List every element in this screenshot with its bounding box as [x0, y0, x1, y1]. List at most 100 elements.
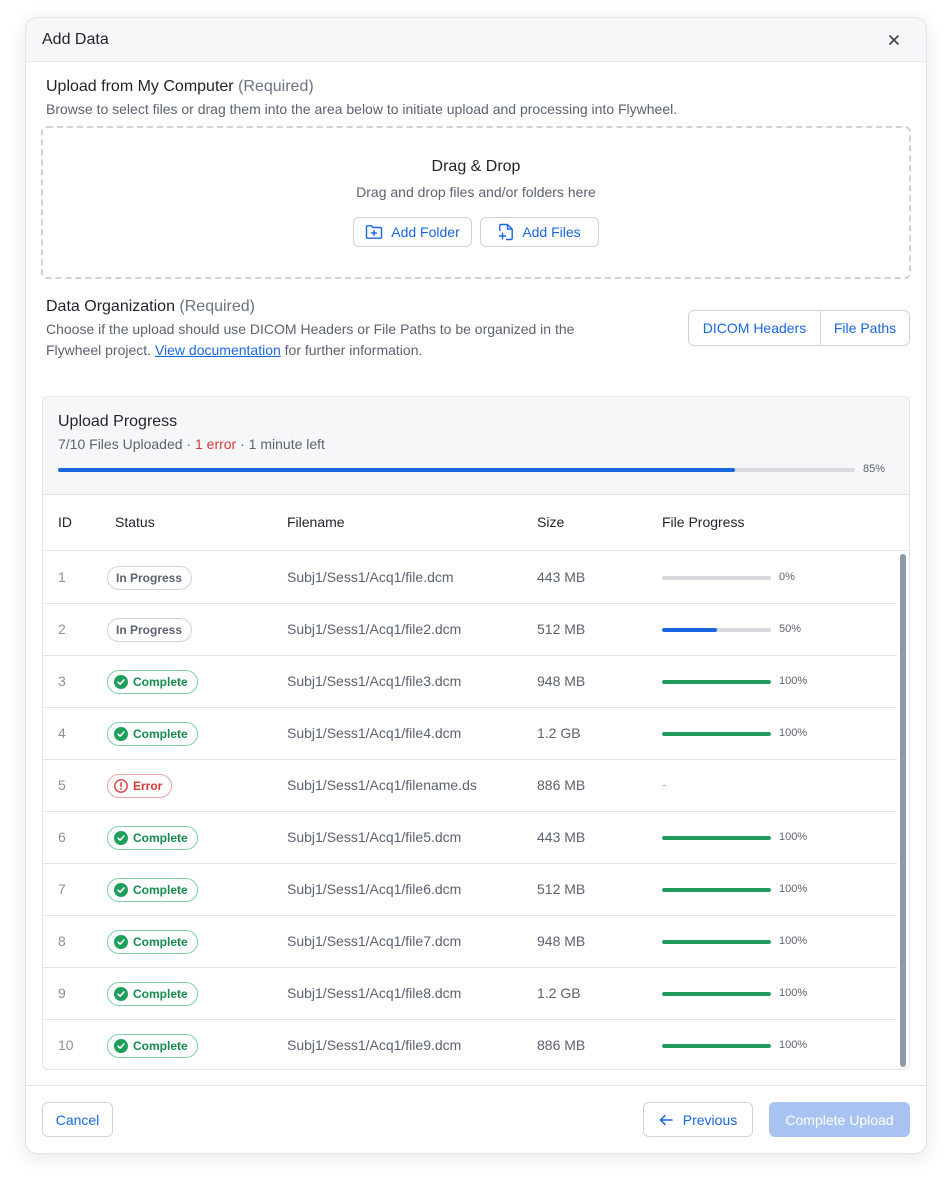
column-header-filename[interactable]: Filename [287, 514, 345, 530]
row-id: 6 [58, 829, 66, 845]
cancel-button[interactable]: Cancel [42, 1102, 113, 1137]
add-folder-button[interactable]: Add Folder [353, 217, 472, 247]
table-row[interactable]: 1 In Progress Subj1/Sess1/Acq1/file.dcm 443… [43, 552, 897, 604]
row-filename: Subj1/Sess1/Acq1/file8.dcm [287, 985, 462, 1001]
table-row[interactable]: 4 Complete Subj1/Sess1/Acq1/file4.dcm 1.2 G… [43, 708, 897, 760]
status-label: Complete [133, 1039, 188, 1053]
file-progress: 100% [662, 864, 842, 916]
file-progress-percent: 100% [779, 727, 808, 739]
row-filename: Subj1/Sess1/Acq1/file5.dcm [287, 829, 462, 845]
status-label: Complete [133, 727, 188, 741]
table-row[interactable]: 10 Complete Subj1/Sess1/Acq1/file9.dcm 886 … [43, 1020, 897, 1069]
previous-button[interactable]: Previous [643, 1102, 753, 1137]
row-size: 948 MB [537, 673, 586, 689]
row-id: 1 [58, 569, 66, 585]
upload-required-label: (Required) [238, 78, 314, 95]
table-row[interactable]: 6 Complete Subj1/Sess1/Acq1/file5.dcm 443 M… [43, 812, 897, 864]
file-progress: 100% [662, 1020, 842, 1069]
status-label: Complete [133, 883, 188, 897]
column-header-id[interactable]: ID [58, 514, 72, 530]
summary-separator: · [186, 436, 192, 452]
status-label: Error [133, 779, 163, 793]
summary-separator: · [240, 436, 245, 452]
row-size: 443 MB [537, 569, 586, 585]
file-progress: 100% [662, 708, 842, 760]
row-size: 1.2 GB [537, 985, 581, 1001]
file-progress-bar [662, 836, 771, 840]
file-progress-percent: 0% [779, 571, 795, 583]
file-progress: 0% [662, 552, 842, 604]
row-filename: Subj1/Sess1/Acq1/file6.dcm [287, 881, 462, 897]
upload-section-title: Upload from My Computer (Required) [46, 78, 314, 96]
table-row[interactable]: 8 Complete Subj1/Sess1/Acq1/file7.dcm 948 M… [43, 916, 897, 968]
check-circle-icon [114, 883, 128, 897]
check-circle-icon [114, 987, 128, 1001]
add-files-button[interactable]: Add Files [480, 217, 599, 247]
row-size: 512 MB [537, 621, 586, 637]
status-badge: Error [107, 774, 173, 798]
dropzone-subtitle: Drag and drop files and/or folders here [356, 184, 596, 200]
column-header-file-progress[interactable]: File Progress [662, 514, 744, 530]
dicom-headers-option[interactable]: DICOM Headers [689, 311, 820, 345]
row-filename: Subj1/Sess1/Acq1/file4.dcm [287, 725, 462, 741]
upload-title-text: Upload from My Computer [46, 78, 234, 95]
file-progress: 100% [662, 968, 842, 1020]
organization-required-label: (Required) [179, 298, 256, 315]
file-progress-bar [662, 940, 771, 944]
row-size: 1.2 GB [537, 725, 581, 741]
complete-upload-button[interactable]: Complete Upload [769, 1102, 910, 1137]
organization-toggle-group: DICOM Headers File Paths [688, 310, 910, 346]
folder-plus-icon [365, 224, 383, 240]
file-progress-fill [662, 628, 717, 632]
file-paths-option[interactable]: File Paths [820, 311, 909, 345]
file-progress: 100% [662, 812, 842, 864]
file-progress-fill [662, 732, 771, 736]
file-progress-percent: 100% [779, 935, 808, 947]
row-id: 4 [58, 725, 66, 741]
status-badge: Complete [107, 670, 198, 694]
row-size: 886 MB [537, 777, 586, 793]
file-progress-fill [662, 888, 771, 892]
close-button[interactable] [884, 30, 904, 50]
row-filename: Subj1/Sess1/Acq1/file.dcm [287, 569, 454, 585]
row-size: 886 MB [537, 1037, 586, 1053]
table-body: 1 In Progress Subj1/Sess1/Acq1/file.dcm 443… [43, 552, 909, 1069]
add-folder-label: Add Folder [391, 224, 460, 240]
file-progress-bar [662, 888, 771, 892]
column-header-status[interactable]: Status [115, 514, 155, 530]
row-size: 512 MB [537, 881, 586, 897]
file-progress-fill [662, 1044, 771, 1048]
file-progress-bar [662, 1044, 771, 1048]
table-row[interactable]: 9 Complete Subj1/Sess1/Acq1/file8.dcm 1.2 G… [43, 968, 897, 1020]
organization-section-title: Data Organization (Required) [46, 298, 255, 316]
check-circle-icon [114, 727, 128, 741]
status-label: Complete [133, 675, 188, 689]
column-header-size[interactable]: Size [537, 514, 564, 530]
file-progress: 100% [662, 656, 842, 708]
row-id: 3 [58, 673, 66, 689]
row-id: 7 [58, 881, 66, 897]
error-count: 1 error [194, 436, 237, 452]
row-size: 443 MB [537, 829, 586, 845]
overall-progress-percent: 85% [863, 463, 886, 475]
table-row[interactable]: 2 In Progress Subj1/Sess1/Acq1/file2.dcm 51… [43, 604, 897, 656]
table-row[interactable]: 7 Complete Subj1/Sess1/Acq1/file6.dcm 512 M… [43, 864, 897, 916]
file-progress-fill [662, 680, 771, 684]
view-documentation-link[interactable]: View documentation [155, 342, 281, 358]
table-scrollbar[interactable] [900, 554, 906, 1067]
table-row[interactable]: 5 Error Subj1/Sess1/Acq1/filename.ds 886 MB… [43, 760, 897, 812]
file-plus-icon [498, 223, 514, 241]
upload-section-description: Browse to select files or drag them into… [46, 101, 678, 117]
scrollbar-thumb[interactable] [900, 554, 906, 1067]
status-badge: Complete [107, 982, 198, 1006]
drop-zone[interactable]: Drag & Drop Drag and drop files and/or f… [41, 126, 911, 279]
upload-progress-summary: 7/10 Files Uploaded · 1 error · 1 minute… [58, 436, 325, 452]
file-progress-fill [662, 992, 771, 996]
row-id: 8 [58, 933, 66, 949]
file-progress-bar [662, 628, 771, 632]
table-row[interactable]: 3 Complete Subj1/Sess1/Acq1/file3.dcm 948 M… [43, 656, 897, 708]
check-circle-icon [114, 1039, 128, 1053]
add-data-modal: Add Data Upload from My Computer (Requir… [25, 17, 927, 1154]
organization-description-suffix: for further information. [284, 342, 423, 358]
alert-circle-icon [114, 779, 128, 793]
